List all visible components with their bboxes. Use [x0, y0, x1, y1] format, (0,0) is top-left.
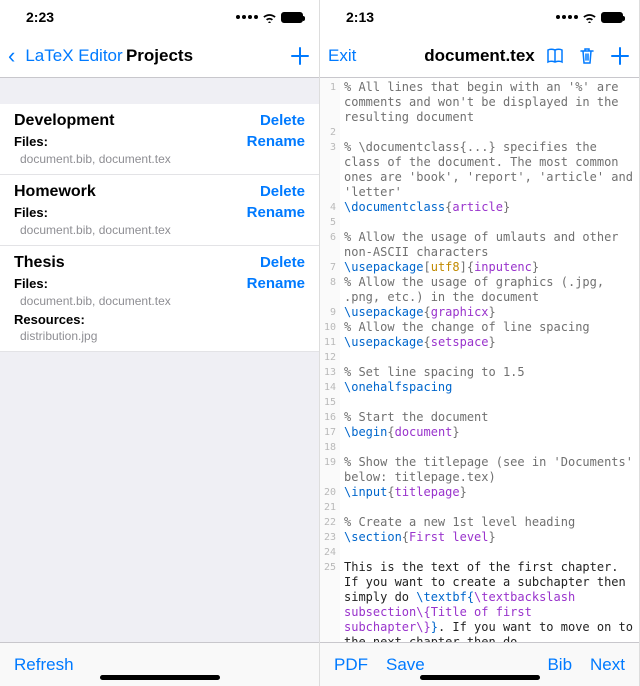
refresh-button[interactable]: Refresh: [14, 655, 74, 675]
line-gutter: 1234567891011121314151617181920212223242…: [320, 78, 340, 642]
status-bar: 2:23: [0, 0, 319, 34]
files-value: document.bib, document.tex: [14, 294, 305, 308]
project-name: Thesis: [14, 254, 65, 272]
add-button[interactable]: [289, 45, 311, 67]
rename-button[interactable]: Rename: [247, 275, 305, 292]
rename-button[interactable]: Rename: [247, 204, 305, 221]
rename-button[interactable]: Rename: [247, 133, 305, 150]
exit-button[interactable]: Exit: [328, 46, 356, 66]
save-button[interactable]: Save: [386, 655, 425, 675]
status-icons: [556, 12, 623, 23]
bib-button[interactable]: Bib: [547, 655, 572, 675]
back-label: LaTeX Editor: [25, 46, 122, 66]
next-button[interactable]: Next: [590, 655, 625, 675]
status-icons: [236, 12, 303, 23]
projects-list-area: Development Delete Files: Rename document.bi…: [0, 78, 319, 642]
book-icon[interactable]: [545, 46, 565, 66]
wifi-icon: [262, 12, 277, 23]
files-label: Files:: [14, 205, 48, 220]
projects-screen: 2:23 ‹ LaTeX Editor Projects Development…: [0, 0, 320, 686]
delete-button[interactable]: Delete: [260, 112, 305, 129]
add-button[interactable]: [609, 45, 631, 67]
status-time: 2:23: [26, 9, 54, 25]
status-time: 2:13: [346, 9, 374, 25]
status-bar: 2:13: [320, 0, 639, 34]
project-name: Homework: [14, 183, 96, 201]
battery-icon: [601, 12, 623, 23]
signal-icon: [556, 15, 578, 19]
code-editor[interactable]: 1234567891011121314151617181920212223242…: [320, 78, 639, 642]
home-indicator: [420, 675, 540, 680]
pdf-button[interactable]: PDF: [334, 655, 368, 675]
files-value: document.bib, document.tex: [14, 223, 305, 237]
files-value: document.bib, document.tex: [14, 152, 305, 166]
project-item[interactable]: Homework Delete Files: Rename document.bib, …: [0, 175, 319, 246]
nav-bar: Exit document.tex: [320, 34, 639, 78]
project-item[interactable]: Development Delete Files: Rename document.bi…: [0, 104, 319, 175]
chevron-left-icon: ‹: [8, 45, 15, 67]
resources-label: Resources:: [14, 312, 305, 327]
code-content[interactable]: % All lines that begin with an '%' are c…: [340, 78, 639, 642]
files-label: Files:: [14, 276, 48, 291]
files-label: Files:: [14, 134, 48, 149]
project-name: Development: [14, 112, 114, 130]
project-item[interactable]: Thesis Delete Files: Rename document.bib, do…: [0, 246, 319, 352]
trash-icon[interactable]: [577, 46, 597, 66]
wifi-icon: [582, 12, 597, 23]
delete-button[interactable]: Delete: [260, 254, 305, 271]
nav-bar: ‹ LaTeX Editor Projects: [0, 34, 319, 78]
signal-icon: [236, 15, 258, 19]
editor-screen: 2:13 Exit document.tex: [320, 0, 640, 686]
delete-button[interactable]: Delete: [260, 183, 305, 200]
resources-value: distribution.jpg: [14, 329, 305, 343]
battery-icon: [281, 12, 303, 23]
back-button[interactable]: ‹ LaTeX Editor: [8, 45, 123, 67]
home-indicator: [100, 675, 220, 680]
